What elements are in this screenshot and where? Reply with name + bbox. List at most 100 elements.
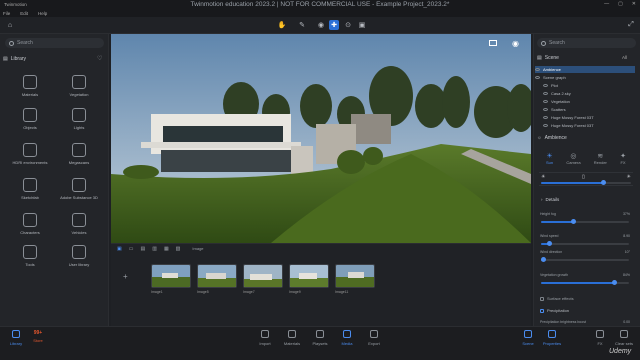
media-thumb[interactable] [335, 264, 375, 288]
phone-icon[interactable]: ▯ [582, 174, 585, 180]
screenshot-icon[interactable]: ▣ [357, 20, 367, 30]
tree-row[interactable]: Plot [535, 82, 635, 89]
scene-filter-dropdown[interactable]: All [622, 55, 627, 60]
media-thumb[interactable] [289, 264, 329, 288]
vegetation-icon [72, 75, 86, 89]
add-icon[interactable]: + [123, 272, 128, 281]
eye-icon[interactable] [543, 84, 548, 87]
media-thumb[interactable] [151, 264, 191, 288]
bottom-library-button[interactable]: Library [4, 330, 28, 346]
eye-icon[interactable] [535, 76, 540, 79]
tree-row[interactable]: Scatters [535, 106, 635, 113]
eye-icon[interactable] [543, 100, 548, 103]
library-item-materials[interactable]: Materials [10, 75, 50, 103]
library-item-sketchfab[interactable]: Sketchfab [10, 178, 50, 206]
bottom-materials-button[interactable]: Materials [280, 330, 304, 346]
presentation-tab-icon[interactable]: ▧ [176, 246, 181, 252]
eye-icon[interactable] [543, 124, 548, 127]
bottom-scene-button[interactable]: Scene [516, 330, 540, 346]
poster-tab-icon[interactable]: ▦ [164, 246, 169, 252]
camera-path-icon[interactable]: ⊙ [343, 20, 353, 30]
expand-icon[interactable]: ⤢ [626, 20, 636, 30]
tree-row[interactable]: Huge Mossy Forest 03T [535, 114, 635, 121]
objects-icon [23, 108, 37, 122]
home-icon[interactable]: ⌂ [5, 20, 15, 30]
chevron-right-icon: › [541, 197, 543, 202]
phasing-tab-icon[interactable]: ▥ [152, 246, 157, 252]
eye-icon[interactable] [543, 116, 548, 119]
tab-fx[interactable]: ✦ FX [620, 152, 626, 165]
eye-icon[interactable]: ◉ [512, 39, 519, 48]
watermark: Udemy [609, 348, 632, 355]
close-icon[interactable]: ✕ [632, 1, 636, 7]
bottom-fx-button[interactable]: FX [588, 330, 612, 346]
tree-row[interactable]: Huge Mossy Forest 03T [535, 122, 635, 129]
hand-icon[interactable]: ✋ [277, 20, 287, 30]
video-tab-icon[interactable]: ▤ [140, 246, 145, 252]
thumb-label: Image1 [151, 290, 163, 294]
library-item-tools[interactable]: Tools [10, 245, 50, 273]
bottom-export-button[interactable]: Export [362, 330, 386, 346]
tree-row[interactable]: Casa 2.sky [535, 90, 635, 97]
maximize-icon[interactable]: ▢ [618, 1, 623, 7]
tab-sun[interactable]: ☀ Sun [546, 152, 553, 165]
eyedropper-icon[interactable]: ✎ [297, 20, 307, 30]
bottom-store-button[interactable]: 99+ Store [26, 330, 50, 343]
vegetation-growth-slider[interactable] [541, 280, 629, 285]
menu-file[interactable]: File [3, 11, 10, 16]
library-item-hdri[interactable]: HDRI environments [10, 143, 50, 171]
user-library-icon [72, 245, 86, 259]
eye-icon[interactable] [543, 108, 548, 111]
panorama-tab-icon[interactable]: ▭ [129, 246, 134, 252]
sunset-icon[interactable]: ☀ [627, 174, 631, 180]
image-tab-icon[interactable]: ▣ [117, 246, 122, 252]
bottom-media-button[interactable]: Media [335, 330, 359, 346]
library-item-objects[interactable]: Objects [10, 108, 50, 136]
viewport-layout-icon[interactable] [489, 40, 497, 46]
move-icon[interactable]: ✚ [329, 20, 339, 30]
wind-speed-value: 8.90 [623, 234, 630, 238]
wind-direction-slider[interactable] [541, 257, 629, 262]
fx-icon: ✦ [620, 153, 626, 160]
library-item-characters[interactable]: Characters [10, 213, 50, 241]
media-thumb[interactable] [243, 264, 283, 288]
tree-row[interactable]: Scene graph [535, 74, 635, 81]
sunrise-icon[interactable]: ☀ [541, 174, 545, 180]
surface-effects-toggle[interactable]: Surface effects [540, 296, 574, 301]
strip-tab-label: Image [192, 246, 204, 251]
media-thumb[interactable] [197, 264, 237, 288]
scene-search-input[interactable]: Search [537, 38, 636, 48]
library-item-lights[interactable]: Lights [59, 108, 99, 136]
globe-icon[interactable]: ◉ [316, 20, 326, 30]
eye-icon[interactable] [535, 68, 540, 71]
heart-icon[interactable]: ♡ [97, 55, 102, 62]
menu-help[interactable]: Help [38, 11, 47, 16]
precipitation-toggle[interactable]: Precipitation [540, 308, 569, 313]
tab-render[interactable]: ≋ Render [594, 152, 607, 165]
library-item-megascans[interactable]: Megascans [59, 143, 99, 171]
3d-viewport[interactable]: ◉ [111, 34, 531, 243]
library-search-input[interactable]: Search [5, 38, 104, 48]
library-item-vehicles[interactable]: Vehicles [59, 213, 99, 241]
library-item-user-library[interactable]: User library [59, 245, 99, 273]
eye-icon[interactable] [543, 92, 548, 95]
minimize-icon[interactable]: — [604, 1, 609, 7]
tree-row-ambience[interactable]: Ambience [535, 66, 635, 73]
bottom-playsets-button[interactable]: Playsets [308, 330, 332, 346]
tree-row[interactable]: Vegetation [535, 98, 635, 105]
library-item-substance[interactable]: Adobe Substance 3D [59, 178, 99, 206]
time-slider[interactable] [541, 180, 631, 185]
library-icon [12, 330, 20, 338]
menu-edit[interactable]: Edit [20, 11, 28, 16]
bottom-clear-sets-button[interactable]: Clear sets [612, 330, 636, 346]
wind-speed-slider[interactable] [541, 241, 629, 246]
materials-icon [23, 75, 37, 89]
clear-sets-icon [620, 330, 628, 338]
tab-camera[interactable]: ◎ Camera [566, 152, 580, 165]
details-toggle[interactable]: › Details [541, 197, 559, 202]
characters-icon [23, 213, 37, 227]
bottom-import-button[interactable]: Import [253, 330, 277, 346]
bottom-properties-button[interactable]: Properties [540, 330, 564, 346]
library-item-vegetation[interactable]: Vegetation [59, 75, 99, 103]
height-fog-slider[interactable] [541, 219, 629, 224]
